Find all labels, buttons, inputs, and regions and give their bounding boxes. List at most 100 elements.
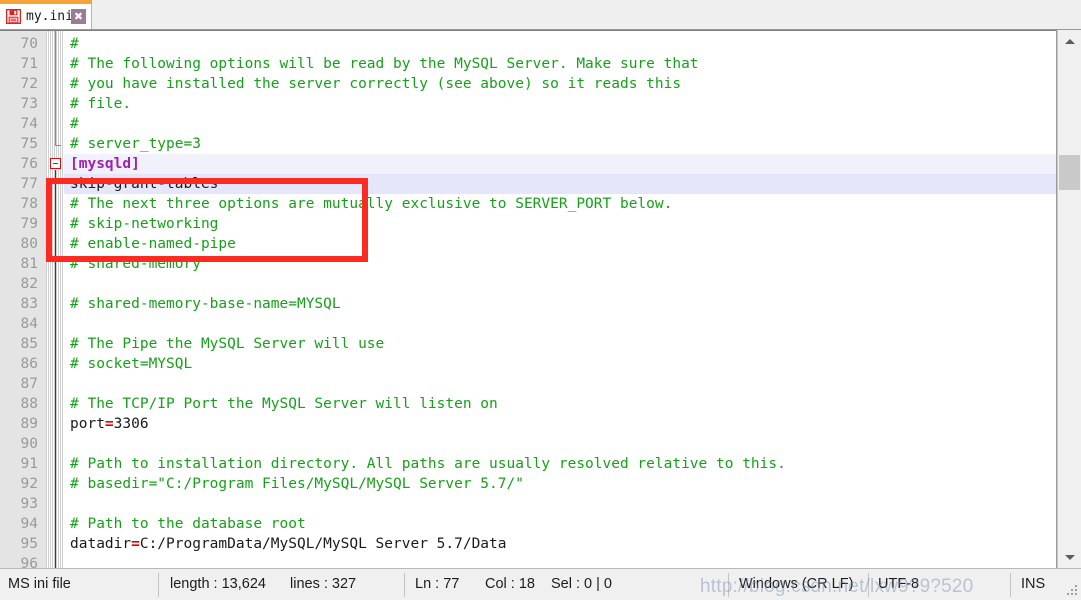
status-filetype: MS ini file bbox=[8, 576, 71, 592]
status-divider-4 bbox=[868, 573, 869, 597]
code-line-text: skip-grant-tables bbox=[70, 176, 219, 192]
line-number: 92 bbox=[20, 476, 38, 492]
resize-grip-icon[interactable] bbox=[1066, 585, 1078, 597]
line-number: 83 bbox=[20, 296, 38, 312]
code-line[interactable]: # basedir="C:/Program Files/MySQL/MySQL … bbox=[64, 474, 1057, 494]
close-icon[interactable]: ✖ bbox=[71, 9, 86, 24]
line-number: 80 bbox=[20, 236, 38, 252]
line-number: 82 bbox=[20, 276, 38, 292]
code-line[interactable] bbox=[64, 374, 1057, 394]
code-line-text: # The following options will be read by … bbox=[70, 56, 699, 72]
line-number: 86 bbox=[20, 356, 38, 372]
code-line[interactable] bbox=[64, 434, 1057, 454]
tab-label: my.ini bbox=[26, 8, 73, 24]
code-content[interactable]: # # The following options will be read by… bbox=[64, 31, 1057, 568]
code-line[interactable]: # The Pipe the MySQL Server will use bbox=[64, 334, 1057, 354]
code-line[interactable] bbox=[64, 494, 1057, 514]
floppy-disk-icon bbox=[5, 8, 22, 24]
tab-my-ini[interactable]: my.ini ✖ bbox=[0, 0, 92, 29]
vertical-scrollbar[interactable] bbox=[1057, 30, 1081, 568]
status-sel: Sel : 0 | 0 bbox=[551, 576, 612, 592]
code-line[interactable]: # bbox=[64, 34, 1057, 54]
chevron-up-icon[interactable] bbox=[1058, 30, 1081, 52]
code-line[interactable]: # skip-networking bbox=[64, 214, 1057, 234]
code-line-text: # shared-memory-base-name=MYSQL bbox=[70, 296, 341, 312]
code-line[interactable]: # server_type=3 bbox=[64, 134, 1057, 154]
status-col: Col : 18 bbox=[485, 576, 535, 592]
status-lines: lines : 327 bbox=[290, 576, 357, 592]
line-number: 93 bbox=[20, 496, 38, 512]
line-number: 96 bbox=[20, 556, 38, 568]
line-number: 84 bbox=[20, 316, 38, 332]
status-insert-mode: INS bbox=[1021, 576, 1046, 592]
code-line[interactable]: # you have installed the server correctl… bbox=[64, 74, 1057, 94]
code-line[interactable]: # The next three options are mutually ex… bbox=[64, 194, 1057, 214]
status-eol: Windows (CR LF) bbox=[739, 576, 854, 592]
code-line[interactable]: # bbox=[64, 114, 1057, 134]
code-line[interactable]: port=3306 bbox=[64, 414, 1057, 434]
line-number: 90 bbox=[20, 436, 38, 452]
status-divider-2 bbox=[404, 573, 405, 597]
code-line-text: # server_type=3 bbox=[70, 136, 201, 152]
code-line-text: # The Pipe the MySQL Server will use bbox=[70, 336, 385, 352]
line-number: 91 bbox=[20, 456, 38, 472]
line-number: 73 bbox=[20, 96, 38, 112]
line-number: 71 bbox=[20, 56, 38, 72]
code-line[interactable] bbox=[64, 274, 1057, 294]
tab-active-accent bbox=[0, 0, 92, 4]
code-line[interactable] bbox=[64, 314, 1057, 334]
code-line-text: datadir=C:/ProgramData/MySQL/MySQL Serve… bbox=[70, 536, 507, 552]
line-number: 77 bbox=[20, 176, 38, 192]
code-line[interactable]: # file. bbox=[64, 94, 1057, 114]
code-line[interactable]: # The TCP/IP Port the MySQL Server will … bbox=[64, 394, 1057, 414]
status-divider-5 bbox=[1010, 573, 1011, 597]
line-number: 70 bbox=[20, 36, 38, 52]
fold-guide-line bbox=[55, 170, 56, 568]
code-line[interactable]: # Path to the database root bbox=[64, 514, 1057, 534]
fold-collapse-box[interactable] bbox=[50, 158, 61, 169]
code-line[interactable]: # socket=MYSQL bbox=[64, 354, 1057, 374]
code-line[interactable]: datadir=C:/ProgramData/MySQL/MySQL Serve… bbox=[64, 534, 1057, 554]
code-line-text: # socket=MYSQL bbox=[70, 356, 193, 372]
code-line-text: # enable-named-pipe bbox=[70, 236, 236, 252]
line-number: 89 bbox=[20, 416, 38, 432]
code-line-text: # Path to the database root bbox=[70, 516, 306, 532]
status-length: length : 13,624 bbox=[170, 576, 266, 592]
code-line-text: # skip-networking bbox=[70, 216, 219, 232]
code-line[interactable]: [mysqld] bbox=[64, 154, 1057, 174]
line-number: 79 bbox=[20, 216, 38, 232]
code-line[interactable]: # Path to installation directory. All pa… bbox=[64, 454, 1057, 474]
editor-pane[interactable]: # # The following options will be read by… bbox=[0, 30, 1081, 568]
code-line-text: # shared-memory bbox=[70, 256, 201, 272]
notepadpp-window: my.ini ✖ # # The following options will b… bbox=[0, 0, 1081, 600]
line-number: 88 bbox=[20, 396, 38, 412]
scrollbar-thumb[interactable] bbox=[1059, 155, 1080, 190]
fold-guide-above bbox=[55, 31, 56, 146]
line-number: 75 bbox=[20, 136, 38, 152]
tab-bar: my.ini ✖ bbox=[0, 0, 1081, 30]
code-line-text: # you have installed the server correctl… bbox=[70, 76, 682, 92]
code-line-text: [mysqld] bbox=[70, 156, 140, 172]
line-number: 72 bbox=[20, 76, 38, 92]
chevron-down-icon[interactable] bbox=[1058, 546, 1081, 568]
line-number: 95 bbox=[20, 536, 38, 552]
status-divider-1 bbox=[158, 573, 159, 597]
line-number: 87 bbox=[20, 376, 38, 392]
code-line[interactable]: skip-grant-tables bbox=[64, 174, 1057, 194]
code-line-text: # basedir="C:/Program Files/MySQL/MySQL … bbox=[70, 476, 524, 492]
code-line[interactable]: # shared-memory-base-name=MYSQL bbox=[64, 294, 1057, 314]
fold-guide-elbow bbox=[55, 145, 61, 146]
code-line[interactable] bbox=[64, 554, 1057, 568]
code-line[interactable]: # enable-named-pipe bbox=[64, 234, 1057, 254]
line-number: 76 bbox=[20, 156, 38, 172]
status-divider-3 bbox=[728, 573, 729, 597]
line-number: 94 bbox=[20, 516, 38, 532]
code-line-text: # The TCP/IP Port the MySQL Server will … bbox=[70, 396, 498, 412]
code-line-text: # bbox=[70, 36, 79, 52]
code-line-text: # Path to installation directory. All pa… bbox=[70, 456, 786, 472]
line-number: 74 bbox=[20, 116, 38, 132]
code-line-text: # bbox=[70, 116, 79, 132]
status-bar: MS ini file length : 13,624 lines : 327 … bbox=[0, 568, 1081, 600]
code-line[interactable]: # shared-memory bbox=[64, 254, 1057, 274]
code-line[interactable]: # The following options will be read by … bbox=[64, 54, 1057, 74]
